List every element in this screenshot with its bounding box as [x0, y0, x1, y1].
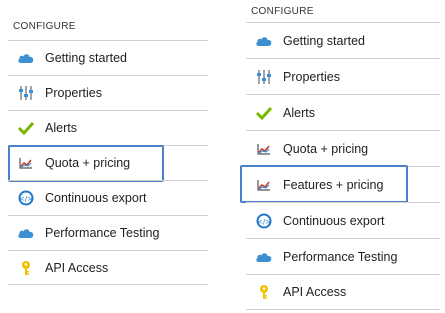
- cloud-icon: [16, 223, 36, 243]
- key-icon: [254, 282, 274, 302]
- menu-item-label: Getting started: [283, 33, 365, 48]
- menu-item-label: Quota + pricing: [45, 156, 131, 170]
- menu-item-label: Quota + pricing: [283, 141, 369, 156]
- menu-item-api-access[interactable]: API Access: [8, 250, 208, 285]
- chart-icon: [254, 175, 274, 195]
- menu-item-performance-testing[interactable]: Performance Testing: [8, 215, 208, 250]
- svg-text:</>: </>: [257, 218, 271, 226]
- cloud-icon: [16, 48, 36, 68]
- export-icon: </>: [254, 211, 274, 231]
- menu-item-label: Alerts: [45, 121, 77, 135]
- properties-icon: [254, 67, 274, 87]
- menu-item-alerts[interactable]: Alerts: [8, 110, 208, 145]
- chart-icon: [16, 153, 36, 173]
- menu-item-label: Performance Testing: [283, 249, 398, 264]
- chart-icon: [254, 139, 274, 159]
- menu-item-performance-testing[interactable]: Performance Testing: [246, 238, 440, 274]
- menu-item-alerts[interactable]: Alerts: [246, 94, 440, 130]
- menu-item-label: Getting started: [45, 51, 127, 65]
- properties-icon: [16, 83, 36, 103]
- cloud-icon: [254, 247, 274, 267]
- menu-item-continuous-export[interactable]: </> Continuous export: [246, 202, 440, 238]
- menu-item-getting-started[interactable]: Getting started: [8, 40, 208, 75]
- key-icon: [16, 258, 36, 278]
- menu-item-features-pricing[interactable]: Features + pricing: [240, 165, 440, 203]
- right-configure-panel: CONFIGURE Getting started Properties Ale…: [240, 2, 440, 310]
- export-icon: </>: [16, 188, 36, 208]
- menu-item-label: Continuous export: [283, 213, 385, 228]
- checkmark-icon: [254, 103, 274, 123]
- menu-item-label: Performance Testing: [45, 226, 160, 240]
- menu-item-quota-pricing[interactable]: Quota + pricing: [246, 130, 440, 166]
- section-header: CONFIGURE: [13, 21, 76, 32]
- menu-list: Getting started Properties Alerts Quota …: [240, 22, 440, 310]
- left-configure-panel: CONFIGURE Getting started Properties Ale…: [8, 14, 208, 285]
- checkmark-icon: [16, 118, 36, 138]
- menu-item-getting-started[interactable]: Getting started: [246, 22, 440, 58]
- menu-item-label: Features + pricing: [283, 177, 384, 192]
- menu-list: Getting started Properties Alerts Quota …: [8, 40, 208, 285]
- section-header: CONFIGURE: [251, 6, 314, 17]
- menu-item-label: API Access: [283, 285, 347, 299]
- menu-item-properties[interactable]: Properties: [246, 58, 440, 94]
- menu-item-label: Properties: [45, 86, 102, 100]
- menu-item-quota-pricing[interactable]: Quota + pricing: [8, 145, 208, 182]
- cloud-icon: [254, 31, 274, 51]
- menu-item-label: API Access: [45, 260, 109, 275]
- menu-item-label: Properties: [283, 69, 340, 84]
- menu-item-properties[interactable]: Properties: [8, 75, 208, 110]
- menu-item-label: Continuous export: [45, 191, 147, 205]
- menu-item-continuous-export[interactable]: </> Continuous export: [8, 180, 208, 215]
- menu-item-api-access[interactable]: API Access: [246, 274, 440, 310]
- svg-text:</>: </>: [19, 195, 33, 203]
- menu-item-label: Alerts: [283, 105, 315, 120]
